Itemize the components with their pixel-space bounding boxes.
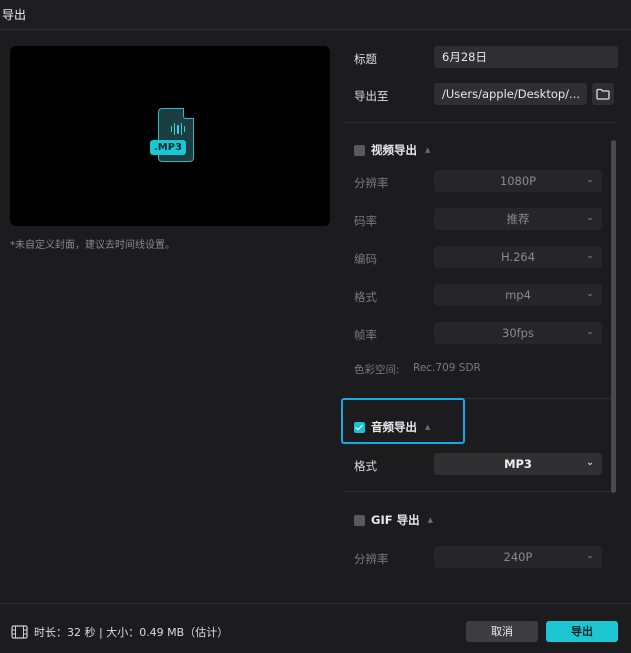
video-codec-select[interactable]: H.264 ⌄ <box>434 246 602 268</box>
video-resolution-select[interactable]: 1080P ⌄ <box>434 170 602 192</box>
audio-format-select[interactable]: MP3 ⌄ <box>434 453 602 475</box>
cover-preview: .MP3 <box>10 46 330 226</box>
gif-resolution-value: 240P <box>503 550 533 564</box>
collapse-caret-icon[interactable]: ▲ <box>425 423 430 431</box>
cover-hint: *未自定义封面，建议去时间线设置。 <box>10 240 175 251</box>
video-bitrate-value: 推荐 <box>506 212 530 226</box>
audio-export-checkbox[interactable] <box>354 421 365 433</box>
colorspace-label: 色彩空间: <box>354 364 400 376</box>
chevron-down-icon: ⌄ <box>586 213 594 223</box>
waveform-icon <box>171 123 186 135</box>
title-bar: 导出 <box>0 0 631 30</box>
audio-export-header[interactable]: 音频导出 ▲ <box>354 419 430 435</box>
video-format-select[interactable]: mp4 ⌄ <box>434 284 602 306</box>
footer-bar: 时长：32 秒 | 大小：0.49 MB（估计） 取消 导出 <box>0 603 631 653</box>
video-format-value: mp4 <box>505 288 531 302</box>
audio-file-icon: .MP3 <box>150 108 194 164</box>
film-icon <box>11 625 28 639</box>
gif-export-checkbox[interactable] <box>354 514 365 526</box>
duration-size-text: 时长：32 秒 | 大小：0.49 MB（估计） <box>34 626 229 639</box>
title-input[interactable]: 6月28日 <box>434 46 618 68</box>
video-resolution-value: 1080P <box>499 174 537 188</box>
video-export-label: 视频导出 <box>371 143 417 157</box>
chevron-down-icon: ⌄ <box>586 175 594 185</box>
chevron-down-icon: ⌄ <box>586 458 594 468</box>
video-resolution-label: 分辨率 <box>354 176 389 190</box>
export-button[interactable]: 导出 <box>546 621 618 642</box>
collapse-caret-icon[interactable]: ▲ <box>428 516 433 524</box>
chevron-down-icon: ⌄ <box>586 551 594 561</box>
gif-export-label: GIF 导出 <box>371 513 420 527</box>
folder-icon <box>596 88 610 100</box>
divider <box>344 122 616 123</box>
divider <box>344 491 616 492</box>
gif-resolution-label: 分辨率 <box>354 552 389 566</box>
gif-resolution-select[interactable]: 240P ⌄ <box>434 546 602 568</box>
export-info: 时长：32 秒 | 大小：0.49 MB（估计） <box>11 624 228 640</box>
colorspace-value: Rec.709 SDR <box>413 362 481 374</box>
chevron-down-icon: ⌄ <box>586 327 594 337</box>
chevron-down-icon: ⌄ <box>586 251 594 261</box>
video-export-checkbox[interactable] <box>354 144 365 156</box>
video-bitrate-label: 码率 <box>354 214 377 228</box>
export-path-input[interactable]: /Users/apple/Desktop/... <box>434 83 587 105</box>
audio-format-label: 格式 <box>354 459 377 473</box>
window-title: 导出 <box>2 8 27 22</box>
audio-format-value: MP3 <box>504 457 532 471</box>
audio-export-label: 音频导出 <box>371 420 417 434</box>
browse-folder-button[interactable] <box>592 83 614 105</box>
video-framerate-value: 30fps <box>502 326 534 340</box>
video-format-label: 格式 <box>354 290 377 304</box>
video-export-header[interactable]: 视频导出 ▲ <box>354 142 430 158</box>
collapse-caret-icon[interactable]: ▲ <box>425 146 430 154</box>
settings-scrollbar[interactable] <box>611 140 616 493</box>
video-codec-value: H.264 <box>500 250 536 264</box>
title-label: 标题 <box>354 52 377 66</box>
cancel-button[interactable]: 取消 <box>466 621 538 642</box>
gif-export-header[interactable]: GIF 导出 ▲ <box>354 512 433 528</box>
export-to-label: 导出至 <box>354 89 389 103</box>
chevron-down-icon: ⌄ <box>586 289 594 299</box>
video-framerate-label: 帧率 <box>354 328 377 342</box>
file-type-badge: .MP3 <box>150 140 187 155</box>
video-framerate-select[interactable]: 30fps ⌄ <box>434 322 602 344</box>
video-bitrate-select[interactable]: 推荐 ⌄ <box>434 208 602 230</box>
video-codec-label: 编码 <box>354 252 377 266</box>
